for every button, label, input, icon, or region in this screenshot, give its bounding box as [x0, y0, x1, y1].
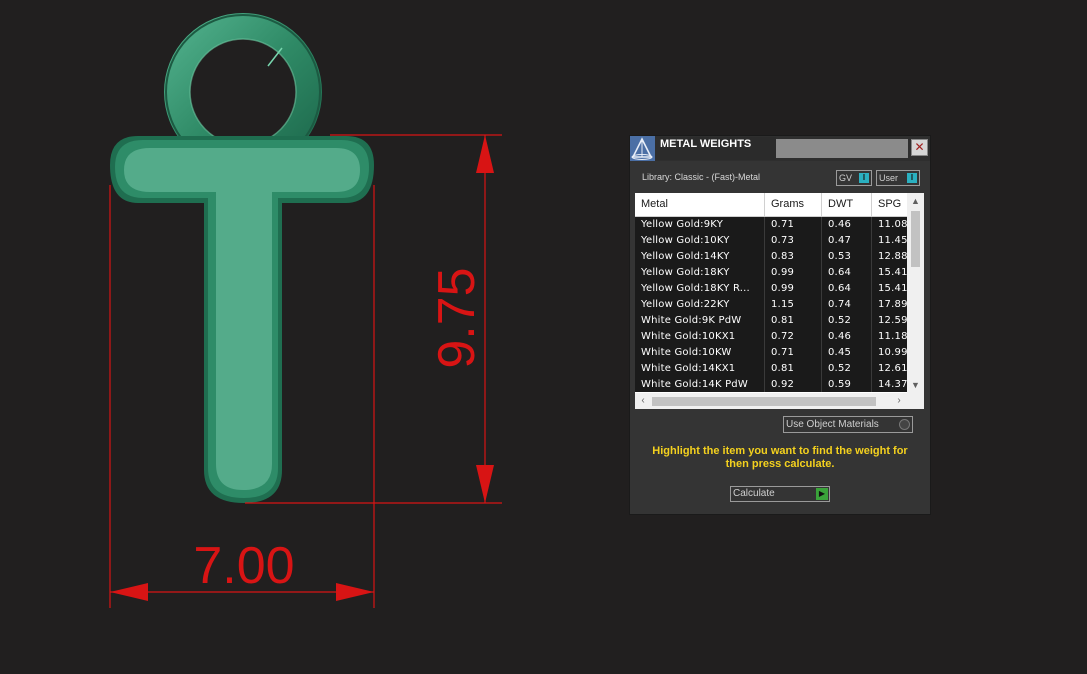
cell-dwt: 0.64 [822, 281, 872, 297]
column-header-grams[interactable]: Grams [765, 193, 822, 216]
dimension-width-label: 7.00 [193, 537, 294, 595]
cell-grams: 1.15 [765, 297, 822, 313]
cell-grams: 0.83 [765, 249, 822, 265]
cell-spg: 17.89 [872, 297, 907, 313]
cell-metal: Yellow Gold:14KY [635, 249, 765, 265]
cell-spg: 11.08 [872, 217, 907, 233]
dimension-lines [109, 134, 502, 608]
horizontal-scrollbar[interactable]: ‹ › [635, 393, 924, 409]
library-label: Library: Classic - (Fast)-Metal [642, 172, 761, 182]
scroll-right-icon[interactable]: › [891, 393, 907, 409]
cell-grams: 0.99 [765, 281, 822, 297]
scroll-up-icon[interactable]: ▲ [907, 193, 924, 209]
cell-dwt: 0.64 [822, 265, 872, 281]
arrow-right [336, 583, 374, 601]
metal-weights-panel: METAL WEIGHTS ✕ Library: Classic - (Fast… [630, 136, 930, 514]
gv-toggle-label: GV [839, 173, 853, 183]
instruction-text: Highlight the item you want to find the … [652, 445, 908, 470]
gv-toggle[interactable]: GV I [836, 170, 872, 186]
toggle-indicator-icon: I [907, 173, 917, 183]
cell-grams: 0.71 [765, 217, 822, 233]
cell-grams: 0.72 [765, 329, 822, 345]
vertical-scrollbar[interactable]: ▲ ▼ [907, 193, 924, 393]
arrow-left [110, 583, 148, 601]
toggle-indicator-icon: I [859, 173, 869, 183]
scroll-left-icon[interactable]: ‹ [635, 393, 651, 409]
cell-dwt: 0.53 [822, 249, 872, 265]
arrow-up [476, 135, 494, 173]
cell-spg: 12.59 [872, 313, 907, 329]
play-arrow-icon: ▶ [816, 488, 828, 500]
cell-spg: 10.99 [872, 345, 907, 361]
table-header: Metal Grams DWT SPG [635, 193, 912, 217]
cell-metal: Yellow Gold:22KY [635, 297, 765, 313]
cell-grams: 0.92 [765, 377, 822, 392]
calculate-label: Calculate [733, 488, 775, 499]
cell-metal: Yellow Gold:18KY [635, 265, 765, 281]
calculate-button[interactable]: Calculate ▶ [730, 486, 830, 502]
user-toggle[interactable]: User I [876, 170, 920, 186]
cell-metal: White Gold:14KX1 [635, 361, 765, 377]
cell-metal: Yellow Gold:9KY [635, 217, 765, 233]
cell-metal: Yellow Gold:10KY [635, 233, 765, 249]
scroll-down-icon[interactable]: ▼ [907, 377, 924, 393]
table-body: Yellow Gold:9KY 0.71 0.46 11.08 Yellow G… [635, 217, 907, 392]
close-button[interactable]: ✕ [911, 139, 928, 156]
use-object-materials-toggle[interactable]: Use Object Materials [783, 416, 913, 433]
cell-metal: White Gold:9K PdW [635, 313, 765, 329]
column-header-spg[interactable]: SPG [872, 193, 912, 216]
cell-grams: 0.81 [765, 361, 822, 377]
table-row[interactable]: White Gold:14KX1 0.81 0.52 12.61 [635, 361, 907, 377]
use-object-materials-label: Use Object Materials [786, 419, 879, 430]
metal-table: Metal Grams DWT SPG Yellow Gold:9KY 0.71… [635, 193, 924, 409]
panel-title: METAL WEIGHTS [660, 137, 776, 160]
table-row[interactable]: Yellow Gold:18KY R... 0.99 0.64 15.41 [635, 281, 907, 297]
cell-spg: 12.88 [872, 249, 907, 265]
table-row[interactable]: Yellow Gold:22KY 1.15 0.74 17.89 [635, 297, 907, 313]
table-row[interactable]: White Gold:10KW 0.71 0.45 10.99 [635, 345, 907, 361]
cell-metal: Yellow Gold:18KY R... [635, 281, 765, 297]
table-row[interactable]: Yellow Gold:14KY 0.83 0.53 12.88 [635, 249, 907, 265]
pendant-model[interactable] [110, 13, 374, 503]
user-toggle-label: User [879, 173, 899, 183]
cell-metal: White Gold:10KW [635, 345, 765, 361]
table-row[interactable]: White Gold:9K PdW 0.81 0.52 12.59 [635, 313, 907, 329]
titlebar-drag-area[interactable] [776, 139, 908, 158]
radio-indicator-icon [899, 419, 910, 430]
cell-dwt: 0.52 [822, 361, 872, 377]
cell-grams: 0.99 [765, 265, 822, 281]
table-row[interactable]: Yellow Gold:10KY 0.73 0.47 11.45 [635, 233, 907, 249]
vertical-scroll-thumb[interactable] [911, 211, 920, 267]
column-header-dwt[interactable]: DWT [822, 193, 872, 216]
table-row[interactable]: White Gold:14K PdW 0.92 0.59 14.37 [635, 377, 907, 392]
cell-spg: 11.45 [872, 233, 907, 249]
cell-dwt: 0.46 [822, 329, 872, 345]
cell-spg: 15.41 [872, 281, 907, 297]
cell-dwt: 0.74 [822, 297, 872, 313]
cell-metal: White Gold:10KX1 [635, 329, 765, 345]
dimension-height-label: 9.75 [428, 267, 486, 368]
cell-dwt: 0.52 [822, 313, 872, 329]
cell-grams: 0.81 [765, 313, 822, 329]
cell-spg: 11.18 [872, 329, 907, 345]
cell-grams: 0.71 [765, 345, 822, 361]
table-row[interactable]: White Gold:10KX1 0.72 0.46 11.18 [635, 329, 907, 345]
horizontal-scroll-thumb[interactable] [652, 397, 876, 406]
cell-grams: 0.73 [765, 233, 822, 249]
cell-metal: White Gold:14K PdW [635, 377, 765, 392]
arrow-down [476, 465, 494, 503]
cell-spg: 12.61 [872, 361, 907, 377]
table-row[interactable]: Yellow Gold:9KY 0.71 0.46 11.08 [635, 217, 907, 233]
cell-spg: 14.37 [872, 377, 907, 392]
table-row[interactable]: Yellow Gold:18KY 0.99 0.64 15.41 [635, 265, 907, 281]
cell-dwt: 0.47 [822, 233, 872, 249]
cell-dwt: 0.45 [822, 345, 872, 361]
cell-dwt: 0.46 [822, 217, 872, 233]
cell-spg: 15.41 [872, 265, 907, 281]
column-header-metal[interactable]: Metal [635, 193, 765, 216]
app-logo-icon [630, 136, 655, 161]
cell-dwt: 0.59 [822, 377, 872, 392]
panel-titlebar[interactable]: METAL WEIGHTS ✕ [630, 136, 930, 161]
